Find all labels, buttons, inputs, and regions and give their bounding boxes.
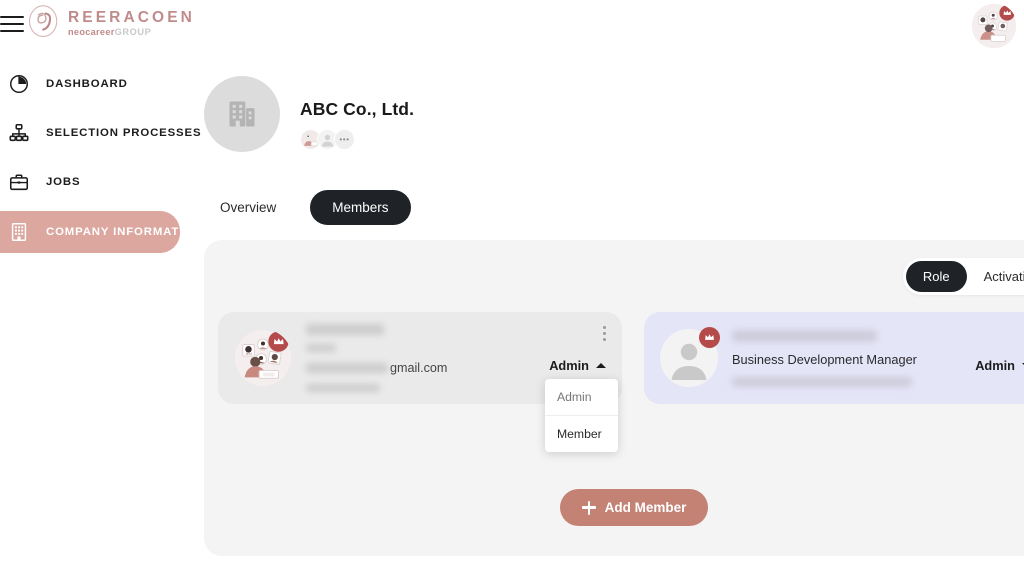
role-value: Admin bbox=[975, 357, 1015, 373]
member-extra-redacted bbox=[306, 384, 380, 392]
content-tabs: Overview Members bbox=[204, 190, 1024, 225]
sidebar-item-label: JOBS bbox=[46, 176, 81, 188]
role-option-member[interactable]: Member bbox=[545, 415, 618, 452]
member-avatar-stack[interactable]: ••• bbox=[300, 129, 414, 150]
member-email-domain: gmail.com bbox=[390, 361, 448, 375]
role-dropdown-toggle[interactable]: Admin bbox=[975, 358, 1024, 373]
user-avatar-illustration bbox=[971, 3, 1017, 49]
add-member-button[interactable]: Add Member bbox=[559, 489, 709, 526]
add-member-row: Add Member bbox=[204, 489, 1024, 526]
add-member-label: Add Member bbox=[604, 500, 687, 515]
member-name-redacted bbox=[732, 329, 877, 342]
org-chart-icon bbox=[9, 123, 29, 142]
member-email-redacted bbox=[306, 363, 388, 373]
page-title: ABC Co., Ltd. bbox=[300, 99, 415, 119]
office-building-icon bbox=[229, 101, 255, 127]
sidebar-item-label: COMPANY INFORMATION bbox=[46, 226, 202, 238]
sidebar-item-jobs[interactable]: JOBS bbox=[0, 162, 180, 202]
plus-icon bbox=[581, 500, 596, 515]
sidebar-nav: DASHBOARD SELECTION PROCESSES JOBS COMPA… bbox=[0, 58, 201, 573]
avatar bbox=[660, 327, 720, 387]
tab-members[interactable]: Members bbox=[310, 190, 411, 225]
brand-subtitle: neocareerGROUP bbox=[68, 28, 195, 37]
role-value: Admin bbox=[549, 357, 589, 373]
sidebar-item-label: SELECTION PROCESSES bbox=[46, 127, 202, 139]
member-email-redacted bbox=[732, 376, 912, 387]
sidebar-item-selection-processes[interactable]: SELECTION PROCESSES bbox=[0, 113, 201, 153]
pie-chart-icon bbox=[10, 75, 28, 93]
member-title-redacted bbox=[306, 344, 336, 352]
sidebar-item-label: DASHBOARD bbox=[46, 78, 128, 90]
briefcase-icon bbox=[9, 174, 29, 191]
app-root: REERACOEN neocareerGROUP DASHBOARD SELEC… bbox=[0, 0, 1024, 573]
crown-icon bbox=[699, 327, 720, 348]
member-details: gmail.com bbox=[292, 324, 549, 392]
brand-sub-secondary: GROUP bbox=[114, 27, 152, 38]
company-meta: ABC Co., Ltd. ••• bbox=[300, 76, 414, 150]
reeracoen-monogram-icon bbox=[28, 5, 58, 38]
member-card-list: text gmail.com Admin Business Developmen… bbox=[218, 312, 1024, 404]
avatar: text bbox=[234, 329, 292, 387]
segment-role[interactable]: Role bbox=[905, 261, 967, 292]
kebab-menu-icon[interactable] bbox=[603, 326, 606, 344]
role-dropdown-menu[interactable]: Admin Member bbox=[545, 379, 618, 452]
tab-overview[interactable]: Overview bbox=[204, 191, 292, 224]
segment-activation[interactable]: Activation bbox=[967, 261, 1024, 292]
member-card[interactable]: Business Development Manager Admin bbox=[644, 312, 1024, 404]
team-illustration-avatar: text bbox=[234, 329, 292, 387]
building-grid-icon bbox=[11, 223, 27, 241]
brand-name: REERACOEN bbox=[68, 8, 195, 26]
chevron-up-icon bbox=[596, 362, 606, 368]
brand-sub-primary: neocareer bbox=[68, 27, 115, 38]
role-dropdown-toggle[interactable]: Admin bbox=[549, 358, 606, 373]
sidebar-item-company-information[interactable]: COMPANY INFORMATION bbox=[0, 211, 201, 253]
sidebar-item-dashboard[interactable]: DASHBOARD bbox=[0, 64, 180, 104]
company-logo bbox=[204, 76, 280, 152]
company-header: ABC Co., Ltd. ••• bbox=[204, 76, 1024, 152]
member-title: Business Development Manager bbox=[732, 351, 917, 367]
view-segmented-control: Role Activation bbox=[902, 258, 1024, 295]
more-members-icon[interactable]: ••• bbox=[334, 129, 355, 150]
hamburger-menu-icon[interactable] bbox=[0, 14, 26, 34]
svg-text:text: text bbox=[246, 352, 253, 356]
member-name-redacted bbox=[306, 324, 384, 335]
member-email: gmail.com bbox=[306, 361, 549, 375]
main-content: ABC Co., Ltd. ••• Overview Members bbox=[204, 58, 1024, 225]
brand-logo[interactable]: REERACOEN neocareerGROUP bbox=[27, 4, 195, 40]
user-avatar[interactable] bbox=[971, 3, 1017, 49]
top-bar: REERACOEN neocareerGROUP bbox=[0, 0, 1024, 52]
brand-wordmark: REERACOEN neocareerGROUP bbox=[68, 7, 195, 38]
crown-glyph bbox=[705, 334, 714, 340]
member-role-control: Admin bbox=[975, 312, 1024, 404]
member-details: Business Development Manager bbox=[718, 329, 975, 387]
role-option-admin[interactable]: Admin bbox=[545, 379, 618, 415]
